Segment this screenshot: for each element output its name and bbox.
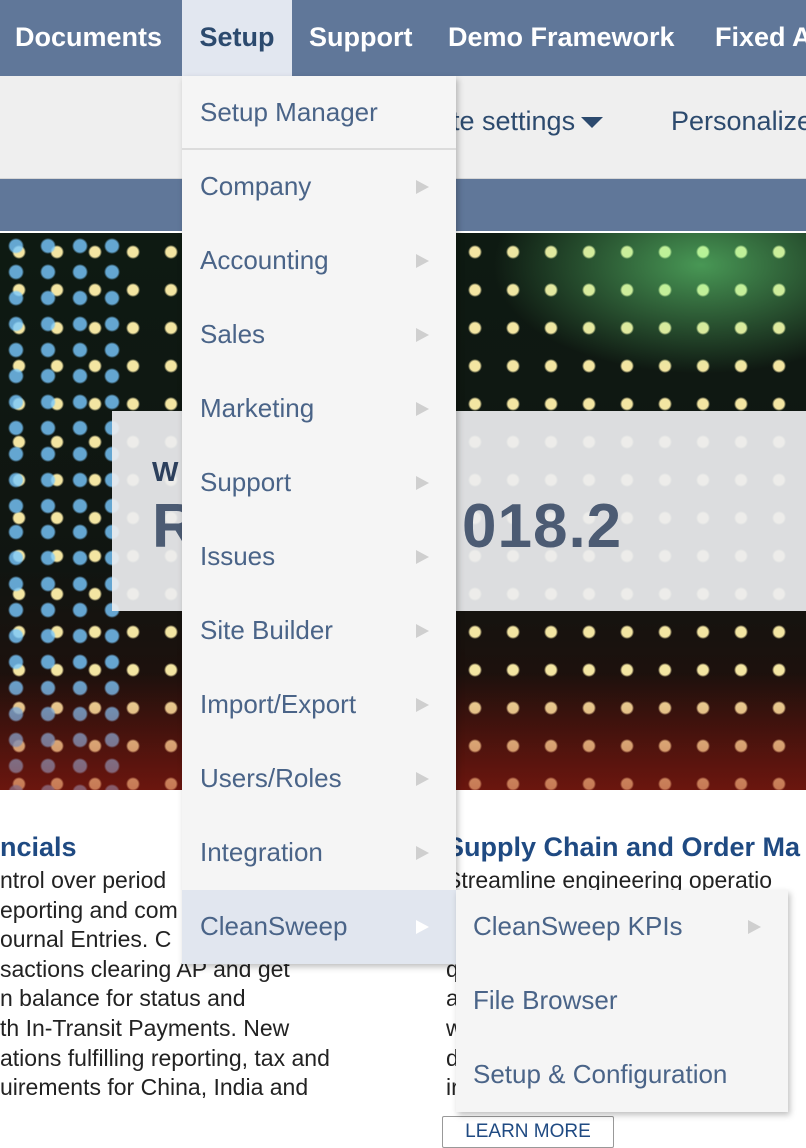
submenu-item-setup-configuration[interactable]: Setup & Configuration xyxy=(456,1038,788,1112)
menu-item-label: Integration xyxy=(200,837,323,867)
personalize-link[interactable]: Personalize xyxy=(671,106,806,137)
menu-item-cleansweep[interactable]: CleanSweep xyxy=(182,890,456,964)
chevron-right-icon xyxy=(416,180,429,194)
submenu-item-label: File Browser xyxy=(473,985,618,1015)
article-line: n balance for status and xyxy=(0,985,246,1012)
menu-item-import-export[interactable]: Import/Export xyxy=(182,668,456,742)
menu-item-label: Import/Export xyxy=(200,689,357,719)
menu-item-integration[interactable]: Integration xyxy=(182,816,456,890)
chevron-right-icon xyxy=(416,772,429,786)
site-settings-link[interactable]: te settings xyxy=(452,106,604,137)
menu-item-label: Users/Roles xyxy=(200,763,342,793)
menu-item-sales[interactable]: Sales xyxy=(182,298,456,372)
chevron-right-icon xyxy=(416,550,429,564)
menu-item-label: Sales xyxy=(200,319,266,349)
menu-item-label: Issues xyxy=(200,541,276,571)
menu-item-label: Site Builder xyxy=(200,615,333,645)
menu-item-label: CleanSweep xyxy=(200,911,348,941)
hero-welcome-text: W xyxy=(152,456,179,487)
site-settings-label: te settings xyxy=(452,106,576,136)
menu-item-label: Marketing xyxy=(200,393,315,423)
chevron-right-icon xyxy=(416,846,429,860)
article-title-supply-chain[interactable]: Supply Chain and Order Ma xyxy=(446,832,800,863)
menu-item-issues[interactable]: Issues xyxy=(182,520,456,594)
menu-item-users-roles[interactable]: Users/Roles xyxy=(182,742,456,816)
chevron-right-icon xyxy=(416,254,429,268)
chevron-right-icon xyxy=(748,920,761,934)
menu-item-support[interactable]: Support xyxy=(182,446,456,520)
menu-item-label: Accounting xyxy=(200,245,329,275)
menu-item-marketing[interactable]: Marketing xyxy=(182,372,456,446)
chevron-down-icon xyxy=(581,117,604,129)
setup-dropdown-menu: Setup Manager Company Accounting Sales M… xyxy=(182,76,456,964)
hero-release-right: 018.2 xyxy=(462,492,623,561)
chevron-right-icon xyxy=(416,402,429,416)
submenu-item-cleansweep-kpis[interactable]: CleanSweep KPIs xyxy=(456,890,788,964)
nav-item-demo-framework[interactable]: Demo Framework xyxy=(448,0,675,76)
chevron-right-icon xyxy=(416,624,429,638)
nav-item-support[interactable]: Support xyxy=(309,0,412,76)
menu-item-label: Company xyxy=(200,171,312,201)
nav-item-setup[interactable]: Setup xyxy=(182,0,292,76)
chevron-right-icon xyxy=(416,698,429,712)
menu-item-company[interactable]: Company xyxy=(182,150,456,224)
chevron-right-icon xyxy=(416,328,429,342)
chevron-right-icon xyxy=(416,476,429,490)
article-line: uirements for China, India and xyxy=(0,1074,309,1101)
article-line: ations fulfilling reporting, tax and xyxy=(0,1044,330,1071)
nav-item-fixed-assets[interactable]: Fixed A xyxy=(715,0,806,76)
submenu-item-label: Setup & Configuration xyxy=(473,1059,728,1089)
cleansweep-submenu: CleanSweep KPIs File Browser Setup & Con… xyxy=(456,890,788,1112)
menu-item-setup-manager[interactable]: Setup Manager xyxy=(182,76,456,150)
menu-item-label: Setup Manager xyxy=(200,97,378,127)
learn-more-button[interactable]: LEARN MORE xyxy=(442,1116,614,1148)
hero-led-glow-right xyxy=(456,233,806,393)
menu-item-site-builder[interactable]: Site Builder xyxy=(182,594,456,668)
top-navigation: Documents Setup Support Demo Framework F… xyxy=(0,0,806,76)
article-line: th In-Transit Payments. New xyxy=(0,1014,290,1041)
submenu-item-file-browser[interactable]: File Browser xyxy=(456,964,788,1038)
submenu-item-label: CleanSweep KPIs xyxy=(473,911,683,941)
menu-item-accounting[interactable]: Accounting xyxy=(182,224,456,298)
menu-item-label: Support xyxy=(200,467,292,497)
article-title-financials[interactable]: ncials xyxy=(0,832,77,863)
nav-item-documents[interactable]: Documents xyxy=(15,0,162,76)
chevron-right-icon xyxy=(416,920,429,934)
